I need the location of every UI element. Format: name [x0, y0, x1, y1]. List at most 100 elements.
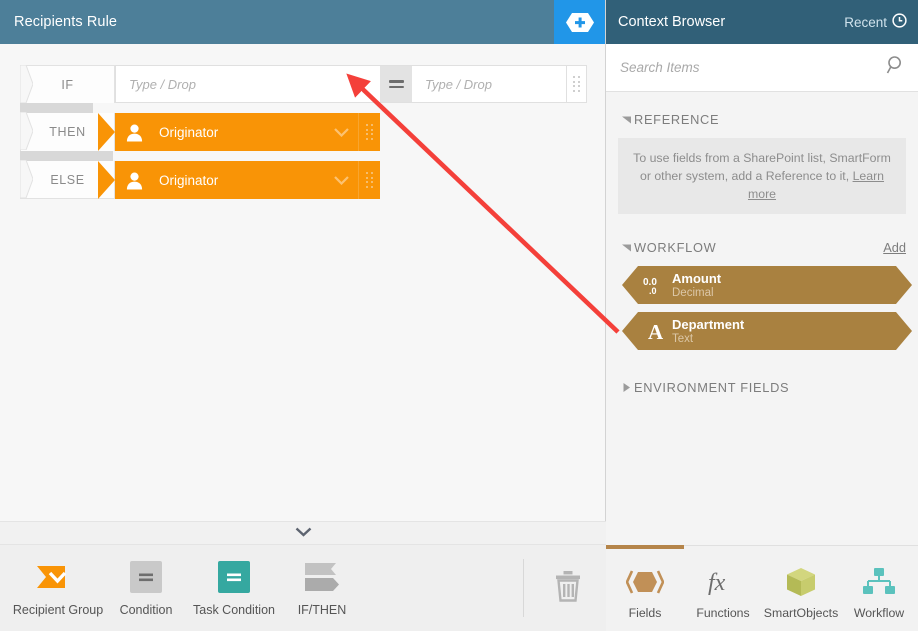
drag-handle-icon	[366, 172, 373, 188]
separator-bar	[20, 151, 113, 161]
list-item[interactable]: 0.0 .0 Amount Decimal	[622, 266, 912, 304]
svg-text:.0: .0	[649, 286, 657, 296]
condition-left-placeholder: Type / Drop	[129, 76, 196, 92]
table-row: IF Type / Drop Type / Drop	[19, 64, 605, 104]
collapse-panel-button[interactable]	[0, 521, 606, 545]
field-name: Amount	[672, 270, 722, 286]
drag-handle-icon	[573, 76, 580, 92]
table-row: THEN Originator	[19, 111, 605, 151]
field-name: Department	[672, 316, 745, 332]
row-separator	[20, 103, 605, 113]
task-equals-icon	[218, 559, 250, 595]
tab-workflow[interactable]: Workflow	[840, 546, 918, 631]
triangle-down-icon	[618, 115, 634, 124]
tab-functions[interactable]: fx Functions	[684, 546, 762, 631]
toolbar-item-label: IF/THEN	[297, 603, 347, 617]
list-item[interactable]: A Department Text	[622, 312, 912, 350]
rule-row-label-if: IF	[19, 64, 115, 104]
tab-fields[interactable]: Fields	[606, 545, 684, 631]
action-chip-then[interactable]: Originator	[98, 113, 380, 151]
chevron-down-icon[interactable]	[324, 127, 358, 137]
clock-icon	[892, 13, 907, 31]
equals-icon	[388, 80, 404, 88]
rule-canvas: IF Type / Drop Type / Drop THEN Originat…	[0, 44, 605, 527]
toolbar-item-if-then[interactable]: IF/THEN	[278, 559, 366, 617]
section-header-environment-fields[interactable]: ENVIRONMENT FIELDS	[618, 374, 906, 400]
search-input[interactable]	[620, 60, 886, 75]
condition-left-field[interactable]: Type / Drop	[115, 65, 380, 103]
rule-row-label-text: IF	[61, 77, 74, 92]
fields-hexagon-icon	[626, 562, 664, 602]
field-type: Decimal	[672, 286, 714, 299]
if-then-icon	[305, 559, 339, 595]
recent-label: Recent	[844, 14, 887, 30]
section-title: REFERENCE	[634, 111, 720, 127]
context-browser-header: Context Browser Recent	[606, 0, 918, 44]
tab-label: Functions	[696, 605, 750, 620]
notch-shape	[19, 159, 34, 199]
svg-text:A: A	[648, 320, 664, 342]
section-header-reference[interactable]: REFERENCE	[618, 106, 906, 132]
field-text: Department Text	[672, 317, 744, 346]
toolbar-item-task-condition[interactable]: Task Condition	[190, 559, 278, 617]
rule-row-label-text: ELSE	[50, 172, 85, 187]
chip-drag-handle[interactable]	[358, 161, 380, 199]
chip-drag-handle[interactable]	[358, 113, 380, 151]
condition-right-placeholder: Type / Drop	[425, 76, 492, 92]
recipient-chip[interactable]: Originator	[98, 113, 380, 151]
reference-empty-note: To use fields from a SharePoint list, Sm…	[618, 138, 906, 214]
text-a-icon: A	[638, 320, 672, 342]
section-header-workflow[interactable]: WORKFLOW Add	[618, 234, 906, 260]
equals-icon	[130, 559, 162, 595]
toolbar-item-label: Recipient Group	[12, 603, 104, 617]
action-chip-else[interactable]: Originator	[98, 161, 380, 199]
delete-button[interactable]	[523, 559, 582, 617]
decimal-icon: 0.0 .0	[638, 274, 672, 296]
search-bar[interactable]	[606, 44, 918, 92]
tab-label: Fields	[628, 605, 662, 620]
tab-label: SmartObjects	[763, 605, 839, 620]
recipient-chip-label: Originator	[159, 124, 219, 140]
fx-icon: fx	[704, 562, 742, 602]
add-rule-button[interactable]	[554, 0, 605, 44]
person-icon	[115, 123, 153, 142]
field-text: Amount Decimal	[672, 271, 721, 300]
notch-shape	[19, 64, 34, 104]
row-separator	[20, 151, 605, 161]
rule-row-label-text: THEN	[49, 125, 86, 139]
toolbar-item-label: Task Condition	[193, 603, 275, 617]
recipient-chip-label: Originator	[159, 172, 219, 188]
toolbar-item-condition[interactable]: Condition	[102, 559, 190, 617]
context-browser-body: REFERENCE To use fields from a SharePoin…	[606, 92, 918, 543]
rule-toolbar: Recipient Group Condition Task Condition…	[0, 545, 606, 631]
table-row: ELSE Originator	[19, 159, 605, 199]
toolbar-item-label: Condition	[119, 603, 173, 617]
search-icon[interactable]	[886, 55, 906, 80]
add-field-link[interactable]: Add	[883, 240, 906, 255]
condition-operator-button[interactable]	[380, 65, 412, 103]
recipient-chip[interactable]: Originator	[98, 161, 380, 199]
context-browser-title: Context Browser	[618, 14, 726, 30]
field-type: Text	[672, 332, 694, 345]
rule-editor-header: Recipients Rule	[0, 0, 605, 44]
chevron-down-icon[interactable]	[324, 175, 358, 185]
svg-text:fx: fx	[708, 570, 726, 596]
drag-handle-icon	[366, 124, 373, 140]
section-title: ENVIRONMENT FIELDS	[634, 379, 790, 395]
recent-button[interactable]: Recent	[844, 13, 907, 31]
recipient-group-icon	[37, 559, 79, 595]
context-browser-tabs: Fields fx Functions SmartObjects Workflo…	[606, 545, 918, 631]
section-title: WORKFLOW	[634, 239, 717, 255]
tab-smartobjects[interactable]: SmartObjects	[762, 546, 840, 631]
toolbar-item-recipient-group[interactable]: Recipient Group	[12, 559, 104, 617]
rule-designer-window: Recipients Rule IF Type / Drop Type / Dr…	[0, 0, 918, 631]
triangle-down-icon	[618, 243, 634, 252]
condition-drag-handle[interactable]	[567, 65, 587, 103]
notch-shape	[19, 111, 34, 151]
rule-editor-pane: Recipients Rule IF Type / Drop Type / Dr…	[0, 0, 606, 631]
page-title: Recipients Rule	[14, 14, 118, 30]
tab-label: Workflow	[853, 605, 905, 620]
triangle-right-icon	[618, 382, 634, 392]
condition-right-field[interactable]: Type / Drop	[412, 65, 567, 103]
